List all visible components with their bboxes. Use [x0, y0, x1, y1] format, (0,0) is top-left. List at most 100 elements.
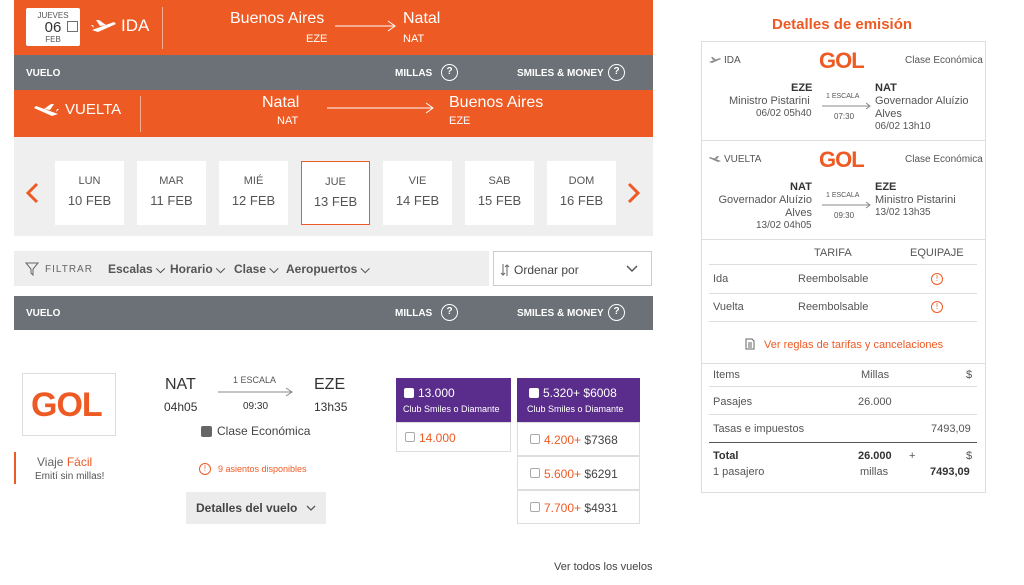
- total-label: Total: [713, 450, 739, 462]
- day-card[interactable]: SAB 15 FEB: [465, 161, 534, 225]
- divider: [709, 442, 977, 443]
- ida-to-dt: 06/02 13h10: [875, 121, 931, 132]
- return-bar[interactable]: VUELTA Natal NAT Buenos Aires EZE: [14, 90, 653, 137]
- see-all-flights-link[interactable]: Ver todos los vuelos: [554, 561, 652, 573]
- filter-escalas-label: Escalas: [108, 262, 153, 276]
- chevron-left-icon[interactable]: [24, 182, 40, 204]
- promo-sub: Emití sin millas!: [35, 471, 105, 482]
- miles-fare-value: 13.000: [418, 386, 455, 400]
- ida-from-dt: 06/02 05h40: [756, 108, 812, 119]
- alert-icon[interactable]: !: [931, 301, 943, 313]
- checkbox-checked-icon: [404, 388, 414, 398]
- miles-fare-option[interactable]: 14.000: [396, 422, 511, 452]
- day-date: 15 FEB: [477, 193, 522, 208]
- route-arrow-icon: [822, 201, 871, 209]
- chevron-down-icon: [306, 505, 316, 511]
- day-card[interactable]: VIE 14 FEB: [383, 161, 452, 225]
- day-date: 16 FEB: [559, 193, 604, 208]
- chevron-right-icon[interactable]: [626, 182, 642, 204]
- seat-class-icon: [201, 426, 212, 437]
- alert-icon: !: [199, 463, 211, 475]
- day-card-selected[interactable]: JUE 13 FEB: [301, 161, 370, 225]
- money-fare-option[interactable]: 4.200+ $7368: [517, 422, 640, 456]
- vuelta-from-dt: 13/02 04h05: [756, 220, 812, 231]
- outbound-month: FEB: [45, 35, 61, 44]
- items-header: Items: [713, 369, 740, 381]
- pasajero-count: 1 pasajero: [713, 466, 765, 478]
- col-vuelo: VUELO: [26, 308, 61, 319]
- outbound-bar[interactable]: JUEVES 06 FEB IDA Buenos Aires EZE Natal…: [14, 0, 653, 55]
- checkbox-icon: [530, 434, 540, 444]
- day-card[interactable]: LUN 10 FEB: [55, 161, 124, 225]
- divider: [709, 386, 977, 387]
- millas-word: millas: [860, 466, 889, 478]
- help-icon[interactable]: ?: [441, 64, 458, 81]
- money-fare-value: 5.320+ $6008: [543, 386, 617, 400]
- day-name: DOM: [568, 175, 595, 187]
- route-arrow-icon: [335, 20, 396, 32]
- miles-fare-selected[interactable]: 13.000 Club Smiles o Diamante: [396, 378, 511, 422]
- day-card[interactable]: DOM 16 FEB: [547, 161, 616, 225]
- filter-escalas[interactable]: Escalas ⌵: [108, 262, 165, 277]
- money-fare-miles: 4.200+: [544, 433, 582, 447]
- ida-to-name: Governador Aluízio Alves: [875, 95, 969, 121]
- tasas-value: 7493,09: [931, 423, 971, 435]
- flight-duration: 09:30: [243, 401, 269, 412]
- fare-rules-link[interactable]: Ver reglas de tarifas y cancelaciones: [764, 339, 943, 351]
- calendar-icon[interactable]: [67, 21, 78, 32]
- flight-table-header: VUELO MILLAS ? SMILES & MONEY ?: [14, 55, 653, 90]
- help-icon[interactable]: ?: [441, 304, 458, 321]
- flight-from-code: NAT: [165, 376, 196, 393]
- money-fare-note: Club Smiles o Diamante: [527, 404, 624, 414]
- money-fare-option[interactable]: 5.600+ $6291: [517, 456, 640, 490]
- ida-airline-logo: GOL: [819, 48, 865, 73]
- money-fare-miles: 5.320+: [543, 386, 581, 400]
- document-icon: [745, 338, 755, 350]
- plane-return-icon: [709, 156, 721, 162]
- help-icon[interactable]: ?: [608, 64, 625, 81]
- checkbox-icon: [530, 502, 540, 512]
- tarifa-ida-label: Ida: [713, 273, 729, 285]
- help-icon[interactable]: ?: [608, 304, 625, 321]
- money-fare-value: 7.700+ $4931: [544, 501, 618, 515]
- sort-select[interactable]: Ordenar por: [493, 251, 652, 286]
- flight-to-time: 13h35: [314, 400, 348, 414]
- ida-to-name-1: Governador Aluízio: [875, 95, 969, 107]
- col-smiles-money: SMILES & MONEY: [517, 68, 604, 79]
- plane-return-icon: [34, 104, 59, 116]
- filter-aeropuertos[interactable]: Aeropuertos ⌵: [286, 262, 370, 277]
- outbound-from-code: EZE: [306, 33, 328, 45]
- vuelta-class: Clase Económica: [905, 154, 983, 165]
- flight-details-button[interactable]: Detalles del vuelo: [186, 492, 326, 524]
- currency-header: $: [966, 369, 973, 381]
- ida-stops: 1 ESCALA: [826, 93, 860, 100]
- alert-icon[interactable]: !: [931, 273, 943, 285]
- money-fare-selected[interactable]: 5.320+ $6008 Club Smiles o Diamante: [517, 378, 640, 422]
- sort-placeholder: Ordenar por: [514, 263, 579, 277]
- route-arrow-icon: [822, 102, 871, 110]
- col-millas: MILLAS: [395, 308, 433, 319]
- money-fare-money: $7368: [584, 433, 618, 447]
- vuelta-airline-logo: GOL: [819, 147, 865, 172]
- checkbox-icon: [529, 388, 539, 398]
- filter-horario[interactable]: Horario ⌵: [170, 262, 225, 277]
- ida-from-code: EZE: [791, 82, 813, 94]
- col-smiles-money: SMILES & MONEY: [517, 308, 604, 319]
- pasajes-millas: 26.000: [858, 396, 892, 408]
- flight-details-label: Detalles del vuelo: [196, 501, 298, 515]
- day-name: MIÉ: [243, 175, 264, 187]
- divider: [709, 293, 977, 294]
- day-card[interactable]: MIÉ 12 FEB: [219, 161, 288, 225]
- money-fare-money: $6008: [583, 386, 617, 400]
- flight-table-header: VUELO MILLAS ? SMILES & MONEY ?: [14, 296, 653, 330]
- divider: [162, 7, 163, 49]
- day-name: MAR: [159, 175, 184, 187]
- money-fare-money: $6291: [584, 467, 618, 481]
- vuelta-duration: 09:30: [834, 211, 855, 220]
- vuelta-to-dt: 13/02 13h35: [875, 207, 931, 218]
- filter-clase[interactable]: Clase ⌵: [234, 262, 278, 277]
- checkbox-icon: [405, 432, 415, 442]
- money-fare-option[interactable]: 7.700+ $4931: [517, 490, 640, 524]
- millas-header: Millas: [861, 369, 890, 381]
- day-card[interactable]: MAR 11 FEB: [137, 161, 206, 225]
